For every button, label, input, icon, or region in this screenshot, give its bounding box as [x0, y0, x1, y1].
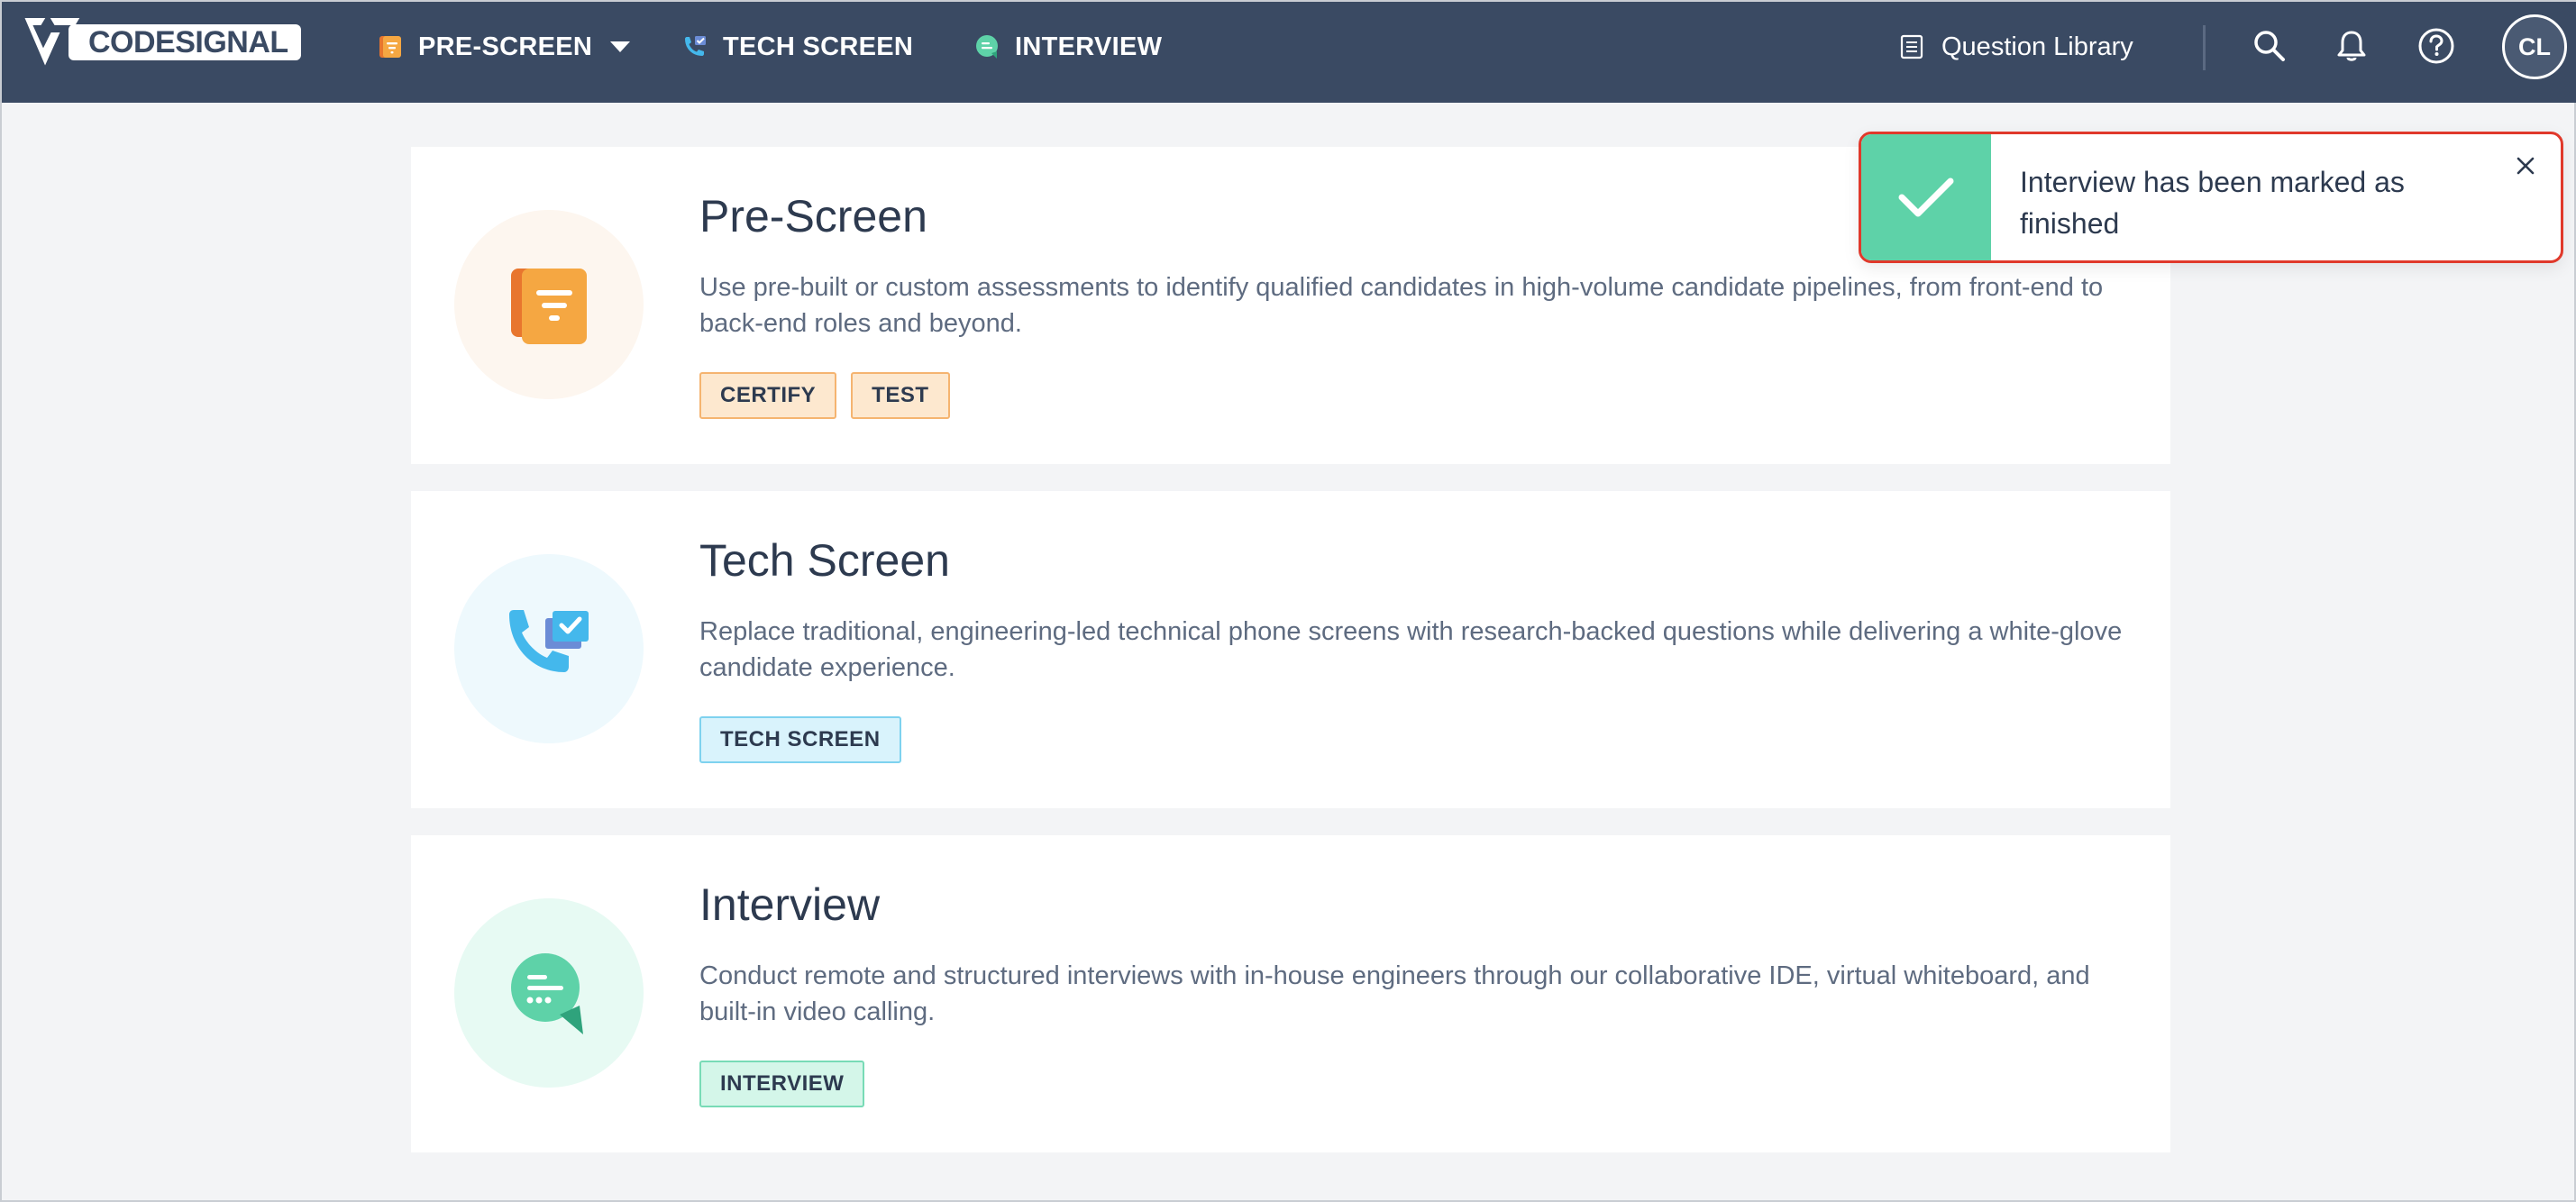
toast-status-strip [1861, 134, 1991, 260]
search-icon [2254, 31, 2285, 61]
badge-group: CERTIFY TEST [699, 372, 950, 419]
card-description: Replace traditional, engineering-led tec… [699, 617, 2123, 682]
badge-group: TECH SCREEN [699, 716, 901, 763]
question-library-label: Question Library [1941, 32, 2133, 61]
card-title: Tech Screen [699, 535, 950, 586]
phone-check-icon [509, 610, 589, 672]
toast-close-button[interactable] [2510, 150, 2541, 181]
help-icon [2418, 28, 2454, 64]
card-description: Use pre-built or custom assessments to i… [699, 273, 2104, 338]
toast-message: Interview has been marked as finished [2020, 166, 2405, 240]
checkmark-icon [1898, 178, 1954, 217]
product-card-tech-screen[interactable]: Tech Screen Replace traditional, enginee… [411, 491, 2170, 808]
document-icon [511, 269, 587, 344]
nav-label-tech-screen: TECH SCREEN [723, 32, 914, 61]
user-avatar[interactable]: CL [2502, 14, 2567, 79]
nav-label-pre-screen: PRE-SCREEN [418, 32, 593, 61]
chat-bubble-icon [976, 35, 998, 59]
phone-check-icon [685, 36, 706, 56]
nav-divider [2203, 25, 2206, 70]
nav-item-pre-screen[interactable]: PRE-SCREEN [377, 2, 631, 92]
chat-bubble-icon [511, 953, 583, 1034]
prescreen-doc-icon [379, 36, 401, 58]
chevron-down-icon[interactable] [610, 41, 631, 52]
notifications-button[interactable] [2331, 25, 2372, 67]
pre-screen-icon-circle [454, 210, 644, 399]
product-card-interview[interactable]: Interview Conduct remote and structured … [411, 835, 2170, 1152]
badge-group: INTERVIEW [699, 1061, 865, 1107]
search-button[interactable] [2249, 25, 2290, 67]
card-description: Conduct remote and structured interviews… [699, 961, 2090, 1026]
tech-screen-icon-circle [454, 554, 644, 743]
top-navigation-bar: CODESIGNAL PRE-SCREEN TECH SCREEN INTERV… [2, 2, 2576, 103]
card-title: Interview [699, 879, 881, 930]
nav-item-tech-screen[interactable]: TECH SCREEN [681, 2, 913, 92]
book-list-icon [1900, 34, 1923, 59]
bell-icon [2337, 31, 2366, 61]
badge-tech-screen[interactable]: TECH SCREEN [699, 716, 901, 763]
codesignal-logo[interactable]: CODESIGNAL [22, 14, 301, 70]
close-icon [2517, 157, 2535, 175]
badge-interview[interactable]: INTERVIEW [699, 1061, 865, 1107]
nav-item-interview[interactable]: INTERVIEW [973, 2, 1162, 92]
badge-certify[interactable]: CERTIFY [699, 372, 837, 419]
nav-label-interview: INTERVIEW [1015, 32, 1163, 61]
interview-icon-circle [454, 898, 644, 1088]
badge-test[interactable]: TEST [851, 372, 950, 419]
help-button[interactable] [2416, 25, 2457, 67]
logo-wordmark: CODESIGNAL [69, 24, 301, 60]
success-toast-notification: Interview has been marked as finished [1859, 132, 2563, 263]
question-library-link[interactable]: Question Library [1900, 2, 2133, 92]
card-title: Pre-Screen [699, 191, 927, 241]
